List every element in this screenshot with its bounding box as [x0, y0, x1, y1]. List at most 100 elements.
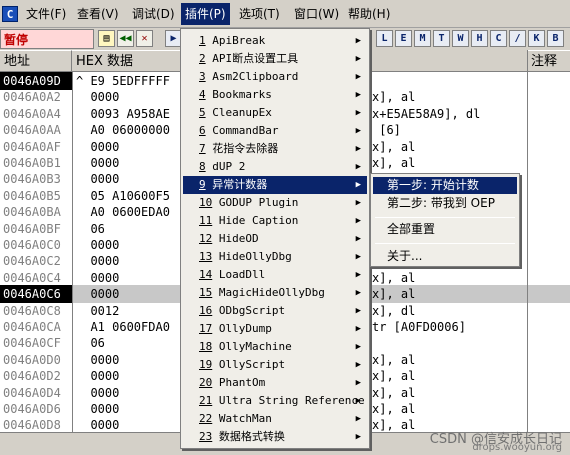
- row-disassembly: [6]: [372, 123, 401, 138]
- submenu-arrow-icon: ▶: [355, 72, 361, 82]
- header-comment[interactable]: 注释: [527, 50, 570, 72]
- plugin-menu-item[interactable]: 13 HideOllyDbg ▶: [183, 248, 367, 266]
- toolbar-l-button[interactable]: L: [376, 30, 393, 47]
- submenu-separator: [375, 217, 515, 218]
- plugin-menu-number: 1: [199, 34, 206, 47]
- plugin-menu-number: 21: [199, 394, 213, 407]
- plugin-menu-item[interactable]: 18 OllyMachine ▶: [183, 338, 367, 356]
- menu-view[interactable]: 查看(V): [73, 3, 123, 25]
- plugin-menu-number: 11: [199, 214, 213, 227]
- plugin-menu-item[interactable]: 11 Hide Caption ▶: [183, 212, 367, 230]
- plugin-menu-label: ODbgScript: [218, 304, 286, 317]
- row-address: 0046A0C6: [0, 285, 72, 304]
- plugin-menu-item[interactable]: 7 花指令去除器 ▶: [183, 140, 367, 158]
- row-address: 0046A0B1: [3, 156, 61, 170]
- plugin-menu-item[interactable]: 6 CommandBar ▶: [183, 122, 367, 140]
- watermark-url: drops.wooyun.org: [472, 442, 562, 453]
- plugin-menu-item[interactable]: 2 API断点设置工具 ▶: [183, 50, 367, 68]
- menu-bar: C 文件(F) 查看(V) 调试(D) 插件(P) 选项(T) 窗口(W) 帮助…: [0, 0, 570, 28]
- row-hex: 0000: [76, 172, 120, 187]
- plugin-menu-item[interactable]: 14 LoadDll ▶: [183, 266, 367, 284]
- plugin-menu-number: 8: [199, 160, 206, 173]
- submenu-arrow-icon: ▶: [355, 162, 361, 172]
- plugin-menu-label: WatchMan: [218, 412, 272, 425]
- plugin-menu-item[interactable]: 9 异常计数器 ▶: [183, 176, 367, 194]
- submenu-reset-all[interactable]: 全部重置: [373, 221, 517, 238]
- menu-file[interactable]: 文件(F): [22, 3, 70, 25]
- submenu-arrow-icon: ▶: [355, 432, 361, 442]
- row-hex: 06: [76, 336, 105, 351]
- rewind-icon[interactable]: ◀◀: [117, 30, 134, 47]
- row-address: 0046A0AA: [3, 123, 61, 138]
- toolbar-h-button[interactable]: H: [471, 30, 488, 47]
- menu-window[interactable]: 窗口(W): [290, 3, 343, 25]
- plugin-menu-item[interactable]: 15 MagicHideOllyDbg ▶: [183, 284, 367, 302]
- plugin-menu-item[interactable]: 23 数据格式转换 ▶: [183, 428, 367, 446]
- plugin-menu-number: 12: [199, 232, 213, 245]
- header-address[interactable]: 地址: [0, 50, 72, 72]
- row-disassembly: x], al: [372, 287, 416, 302]
- plugin-menu-label: MagicHideOllyDbg: [218, 286, 325, 299]
- submenu-arrow-icon: ▶: [355, 144, 361, 154]
- plugin-menu-label: Hide Caption: [218, 214, 299, 227]
- toolbar-t-button[interactable]: T: [433, 30, 450, 47]
- submenu-arrow-icon: ▶: [355, 306, 361, 316]
- plugin-menu-label: ApiBreak: [212, 34, 266, 47]
- row-hex: 0000: [76, 270, 120, 285]
- submenu-arrow-icon: ▶: [355, 198, 361, 208]
- row-hex: 0000: [76, 287, 120, 302]
- menu-options[interactable]: 选项(T): [235, 3, 284, 25]
- plugin-menu-label: OllyMachine: [218, 340, 292, 353]
- toolbar-w-button[interactable]: W: [452, 30, 469, 47]
- row-address: 0046A09D: [0, 72, 72, 90]
- row-disassembly: x], al: [372, 270, 416, 285]
- toolbar-k-button[interactable]: K: [528, 30, 545, 47]
- toolbar-b-button[interactable]: B: [547, 30, 564, 47]
- app-icon[interactable]: C: [2, 6, 18, 22]
- header-hex[interactable]: HEX 数据: [72, 50, 182, 72]
- plugin-menu-item[interactable]: 10 GODUP Plugin ▶: [183, 194, 367, 212]
- row-address: 0046A0C0: [3, 238, 61, 252]
- close-icon[interactable]: ✕: [136, 30, 153, 47]
- plugin-menu-number: 23: [199, 430, 213, 443]
- plugin-menu-number: 16: [199, 304, 213, 317]
- row-address: 0046A0A4: [3, 106, 61, 121]
- toolbar-slash-button[interactable]: /: [509, 30, 526, 47]
- plugin-menu-label: 异常计数器: [212, 178, 268, 191]
- row-address: 0046A0D6: [3, 402, 61, 416]
- plugin-menu-item[interactable]: 4 Bookmarks ▶: [183, 86, 367, 104]
- plugin-menu-label: PhantOm: [218, 376, 266, 389]
- submenu-separator: [375, 243, 515, 244]
- toolbar-c-button[interactable]: C: [490, 30, 507, 47]
- plugin-menu-item[interactable]: 22 WatchMan ▶: [183, 410, 367, 428]
- plugin-menu-item[interactable]: 20 PhantOm ▶: [183, 374, 367, 392]
- plugin-menu-item[interactable]: 17 OllyDump ▶: [183, 320, 367, 338]
- submenu-about[interactable]: 关于...: [373, 248, 517, 265]
- row-hex: 06: [76, 221, 105, 236]
- menu-plugins[interactable]: 插件(P): [181, 3, 230, 25]
- plugin-menu-number: 15: [199, 286, 213, 299]
- status-paused: 暂停: [0, 29, 94, 49]
- plugin-menu-item[interactable]: 1 ApiBreak ▶: [183, 32, 367, 50]
- submenu-goto-oep[interactable]: 第二步: 带我到 OEP: [373, 195, 517, 212]
- menu-help[interactable]: 帮助(H): [344, 3, 394, 25]
- menu-debug[interactable]: 调试(D): [128, 3, 179, 25]
- toolbar-e-button[interactable]: E: [395, 30, 412, 47]
- row-address: 0046A0D4: [3, 385, 61, 400]
- row-hex: 0000: [76, 139, 120, 154]
- plugin-menu-label: GODUP Plugin: [218, 196, 299, 209]
- plugin-menu-item[interactable]: 16 ODbgScript ▶: [183, 302, 367, 320]
- plugin-menu-item[interactable]: 3 Asm2Clipboard ▶: [183, 68, 367, 86]
- plugin-menu-label: CommandBar: [212, 124, 279, 137]
- plugin-menu-item[interactable]: 12 HideOD ▶: [183, 230, 367, 248]
- submenu-start-count[interactable]: 第一步: 开始计数: [373, 177, 517, 194]
- plugin-menu-item[interactable]: 19 OllyScript ▶: [183, 356, 367, 374]
- plugin-menu-item[interactable]: 8 dUP 2 ▶: [183, 158, 367, 176]
- open-file-icon[interactable]: ▤: [98, 30, 115, 47]
- plugin-menu-item[interactable]: 5 CleanupEx ▶: [183, 104, 367, 122]
- plugin-menu-label: Bookmarks: [212, 88, 272, 101]
- row-hex: A1 0600FDA0: [76, 320, 170, 334]
- plugin-menu-item[interactable]: 21 Ultra String Reference ▶: [183, 392, 367, 410]
- toolbar-m-button[interactable]: M: [414, 30, 431, 47]
- plugin-menu-number: 5: [199, 106, 206, 119]
